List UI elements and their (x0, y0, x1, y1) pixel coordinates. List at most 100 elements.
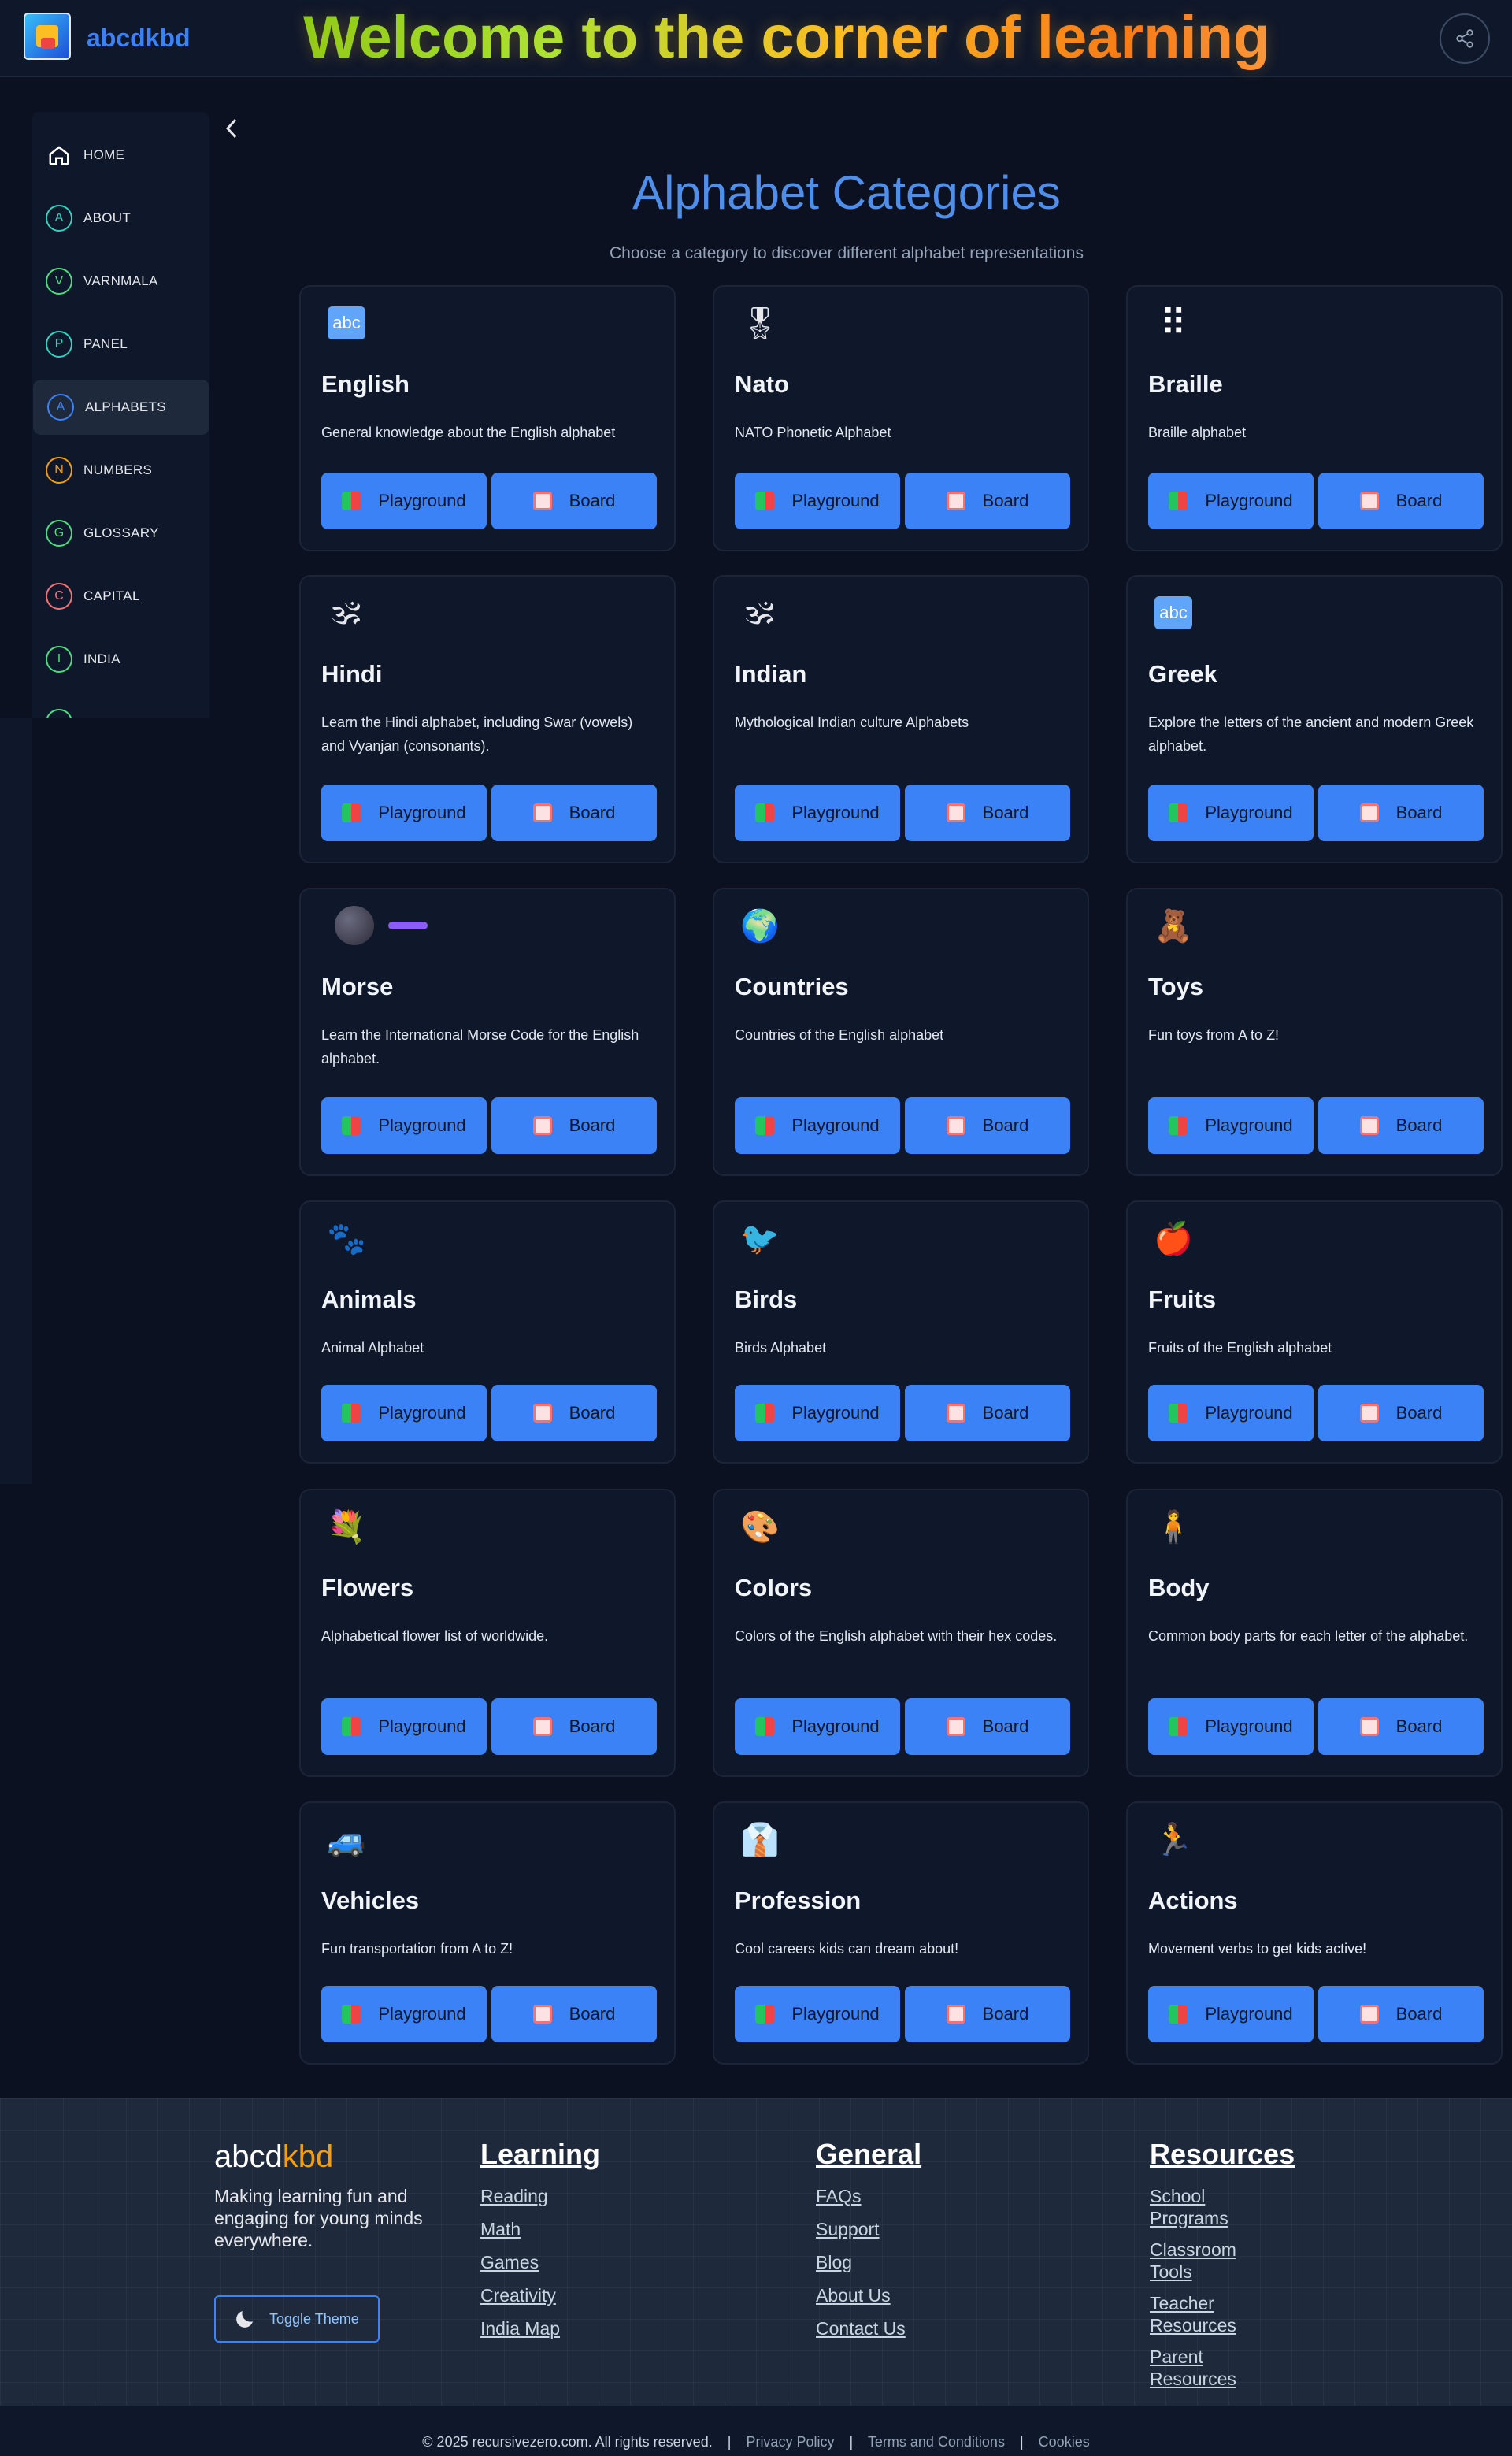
playground-button[interactable]: Playground (1148, 1097, 1314, 1154)
footer-link-math[interactable]: Math (480, 2218, 600, 2240)
footer-link-parent-resources[interactable]: Parent Resources (1150, 2346, 1276, 2390)
toggle-theme-button[interactable]: Toggle Theme (214, 2295, 380, 2343)
board-button[interactable]: Board (491, 1097, 657, 1154)
moon-icon (236, 2311, 253, 2328)
playground-button[interactable]: Playground (321, 1385, 487, 1441)
playground-label: Playground (1205, 1115, 1293, 1135)
board-button[interactable]: Board (905, 1097, 1070, 1154)
sidebar-item-label: VARNMALA (83, 273, 158, 288)
playground-button[interactable]: Playground (321, 1986, 487, 2042)
card-title: Greek (1148, 660, 1217, 688)
footer-link-games[interactable]: Games (480, 2251, 600, 2273)
board-button[interactable]: Board (1318, 785, 1484, 841)
sidebar-item-capital[interactable]: C CAPITAL (32, 569, 209, 624)
playground-button[interactable]: Playground (321, 1698, 487, 1755)
terms-link[interactable]: Terms and Conditions (868, 2434, 1005, 2450)
share-button[interactable] (1440, 13, 1490, 64)
footer-link-blog[interactable]: Blog (816, 2251, 921, 2273)
sidebar-item-varnmala[interactable]: V VARNMALA (32, 254, 209, 309)
playground-label: Playground (1205, 1716, 1293, 1736)
paw-icon: 🐾 (327, 1220, 366, 1257)
sidebar-item-panel[interactable]: P PANEL (32, 317, 209, 372)
footer-general-title[interactable]: General (816, 2138, 921, 2171)
playground-button[interactable]: Playground (1148, 473, 1314, 529)
sidebar-item-partial[interactable] (32, 695, 209, 718)
om-icon: 🕉 (746, 595, 774, 631)
sidebar-item-home[interactable]: HOME (32, 128, 209, 183)
brand-name[interactable]: abcdkbd (87, 24, 191, 53)
sidebar-letter-icon: N (46, 457, 72, 484)
board-button[interactable]: Board (491, 473, 657, 529)
playground-button[interactable]: Playground (735, 785, 900, 841)
playground-button[interactable]: Playground (321, 785, 487, 841)
board-button[interactable]: Board (491, 1385, 657, 1441)
sidebar-item-glossary[interactable]: G GLOSSARY (32, 506, 209, 561)
footer-link-contact-us[interactable]: Contact Us (816, 2317, 921, 2339)
category-card-english: abc English General knowledge about the En… (299, 285, 676, 551)
board-button[interactable]: Board (491, 1986, 657, 2042)
board-button[interactable]: Board (491, 785, 657, 841)
collapse-sidebar-button[interactable] (220, 115, 243, 142)
card-description: Movement verbs to get kids active! (1148, 1941, 1367, 1957)
clipboard-icon (1359, 2005, 1379, 2024)
board-button[interactable]: Board (1318, 473, 1484, 529)
medal-icon: 🎖 (739, 305, 780, 342)
playground-button[interactable]: Playground (735, 1385, 900, 1441)
privacy-policy-link[interactable]: Privacy Policy (746, 2434, 834, 2450)
footer-link-teacher-resources[interactable]: Teacher Resources (1150, 2292, 1276, 2336)
playground-label: Playground (378, 1115, 466, 1135)
card-title: Animals (321, 1286, 417, 1313)
playground-label: Playground (791, 491, 880, 510)
category-card-animals: 🐾 Animals Animal Alphabet Playground Board (299, 1200, 676, 1464)
footer-resources-title[interactable]: Resources (1150, 2138, 1295, 2171)
board-button[interactable]: Board (1318, 1385, 1484, 1441)
playground-button[interactable]: Playground (735, 1097, 900, 1154)
playground-button[interactable]: Playground (1148, 785, 1314, 841)
board-button[interactable]: Board (1318, 1698, 1484, 1755)
playground-button[interactable]: Playground (321, 473, 487, 529)
card-description: NATO Phonetic Alphabet (735, 425, 891, 440)
cookies-link[interactable]: Cookies (1039, 2434, 1090, 2450)
board-button[interactable]: Board (905, 1385, 1070, 1441)
sidebar-letter-icon: P (46, 331, 72, 358)
board-button[interactable]: Board (491, 1698, 657, 1755)
board-button[interactable]: Board (905, 785, 1070, 841)
playground-button[interactable]: Playground (735, 473, 900, 529)
playground-button[interactable]: Playground (1148, 1986, 1314, 2042)
playground-button[interactable]: Playground (1148, 1698, 1314, 1755)
playground-button[interactable]: Playground (735, 1986, 900, 2042)
board-button[interactable]: Board (905, 473, 1070, 529)
footer-link-creativity[interactable]: Creativity (480, 2284, 600, 2306)
footer-link-reading[interactable]: Reading (480, 2185, 600, 2207)
footer-link-faqs[interactable]: FAQs (816, 2185, 921, 2207)
category-card-vehicles: 🚙 Vehicles Fun transportation from A to Z!… (299, 1801, 676, 2065)
board-button[interactable]: Board (1318, 1986, 1484, 2042)
board-label: Board (982, 2004, 1029, 2024)
footer-brand-part-a: abcd (214, 2139, 283, 2174)
footer-link-india-map[interactable]: India Map (480, 2317, 600, 2339)
footer-link-support[interactable]: Support (816, 2218, 921, 2240)
toggle-theme-label: Toggle Theme (269, 2310, 359, 2327)
sidebar-item-alphabets[interactable]: A ALPHABETS (33, 380, 209, 435)
sidebar-item-india[interactable]: I INDIA (32, 632, 209, 687)
card-title: Colors (735, 1574, 813, 1601)
board-button[interactable]: Board (905, 1698, 1070, 1755)
playground-button[interactable]: Playground (1148, 1385, 1314, 1441)
playground-button[interactable]: Playground (735, 1698, 900, 1755)
playground-icon (755, 1116, 775, 1135)
board-button[interactable]: Board (905, 1986, 1070, 2042)
footer-link-classroom-tools[interactable]: Classroom Tools (1150, 2239, 1276, 2283)
playground-label: Playground (378, 803, 466, 822)
board-button[interactable]: Board (1318, 1097, 1484, 1154)
om-icon: 🕉 (332, 595, 361, 631)
footer-learning-title[interactable]: Learning (480, 2138, 600, 2171)
sidebar-item-about[interactable]: A ABOUT (32, 191, 209, 246)
sidebar-item-numbers[interactable]: N NUMBERS (32, 443, 209, 498)
footer-link-school-programs[interactable]: School Programs (1150, 2185, 1276, 2229)
playground-icon (1169, 803, 1188, 822)
card-title: Flowers (321, 1574, 414, 1601)
logo-icon[interactable] (24, 13, 71, 60)
card-title: Nato (735, 370, 789, 398)
playground-button[interactable]: Playground (321, 1097, 487, 1154)
footer-link-about-us[interactable]: About Us (816, 2284, 921, 2306)
